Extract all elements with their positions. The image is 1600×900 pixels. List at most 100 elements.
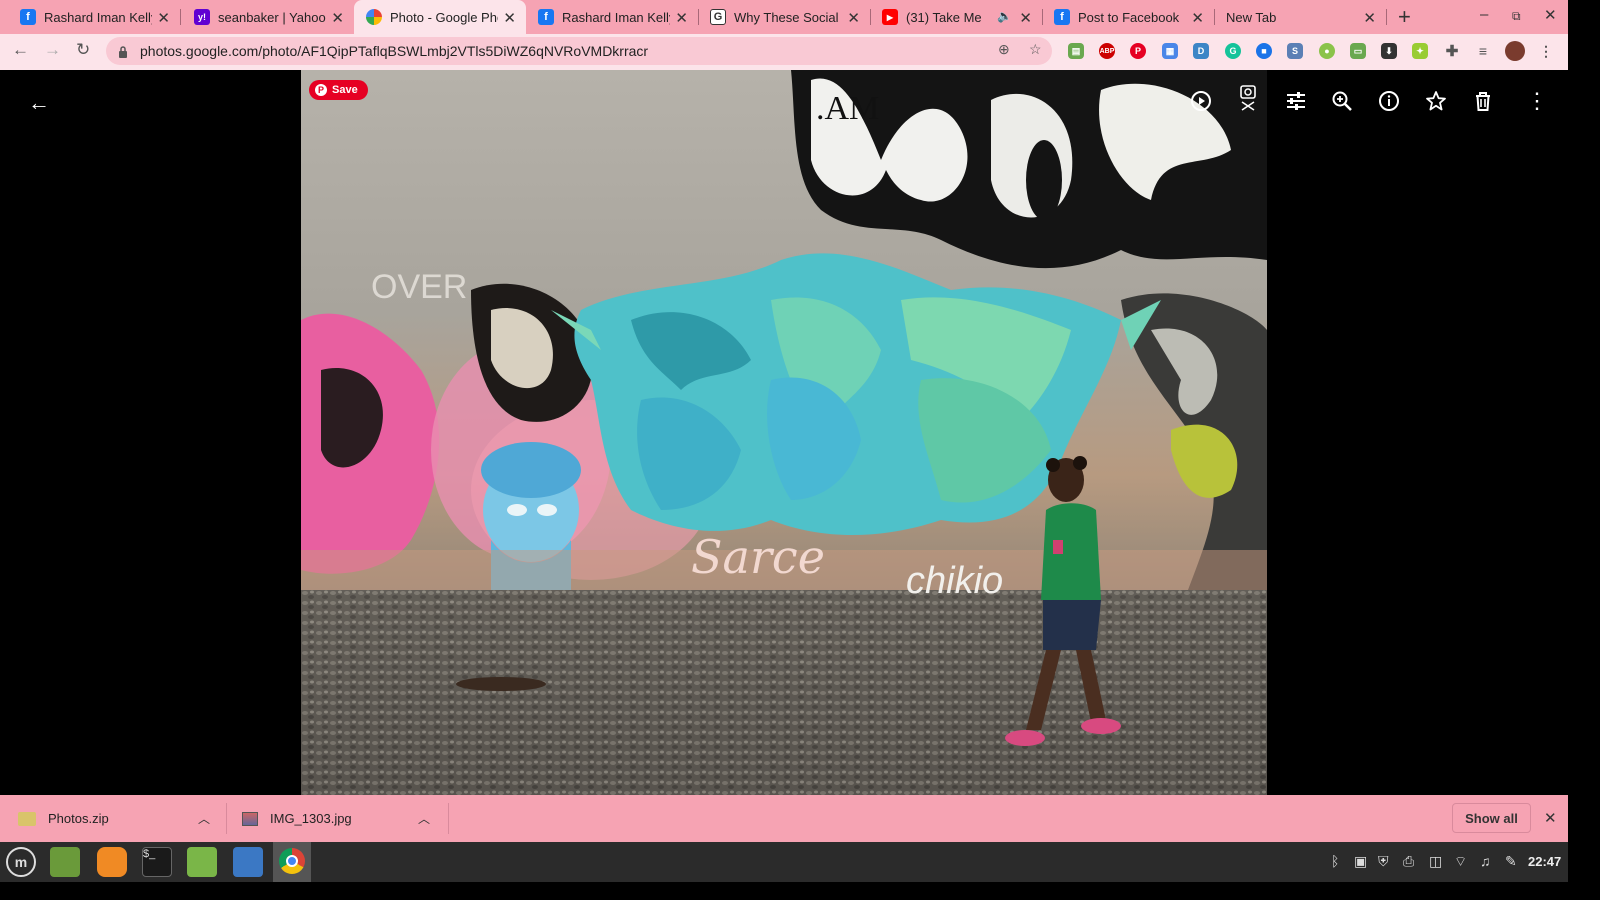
close-tab-icon[interactable]: ✕ bbox=[157, 9, 170, 27]
close-download-bar-icon[interactable]: ✕ bbox=[1544, 809, 1557, 827]
download-file-name: IMG_1303.jpg bbox=[270, 811, 352, 826]
chevron-up-icon[interactable]: ︿ bbox=[418, 810, 430, 827]
chrome-menu-icon[interactable]: ⋮ bbox=[1538, 43, 1554, 59]
printer-icon[interactable]: ⎙ bbox=[1403, 853, 1414, 870]
info-icon[interactable] bbox=[1378, 90, 1400, 118]
pinterest-save-button[interactable]: P Save bbox=[309, 80, 368, 100]
tab-separator bbox=[1386, 9, 1387, 25]
youtube-icon: ▶ bbox=[882, 9, 898, 25]
extension-icon-4[interactable]: ■ bbox=[1256, 43, 1272, 59]
tab-4[interactable]: f Rashard Iman Kelly ✕ bbox=[518, 0, 698, 34]
close-tab-icon[interactable]: ✕ bbox=[331, 9, 344, 27]
tab-title: Rashard Iman Kelly bbox=[562, 9, 670, 25]
back-arrow-icon[interactable]: ← bbox=[12, 40, 29, 60]
chrome-icon-center bbox=[286, 855, 298, 867]
extension-icon-7[interactable]: ▭ bbox=[1350, 43, 1366, 59]
close-tab-icon[interactable]: ✕ bbox=[675, 9, 688, 27]
folder-icon bbox=[18, 811, 36, 826]
close-tab-icon[interactable]: ✕ bbox=[1019, 9, 1032, 27]
tab-5[interactable]: G Why These Social M ✕ bbox=[690, 0, 870, 34]
slideshow-play-icon[interactable] bbox=[1190, 90, 1212, 118]
wall-tag-sarce: Sarce bbox=[691, 530, 825, 584]
close-tab-icon[interactable]: ✕ bbox=[1191, 9, 1204, 27]
tab-title: Photo - Google Pho bbox=[390, 9, 498, 25]
tab-2[interactable]: y! seanbaker | Yahoo ✕ bbox=[174, 0, 354, 34]
tab-8[interactable]: New Tab ✕ bbox=[1206, 0, 1386, 34]
download-bar: Photos.zip ︿ IMG_1303.jpg ︿ Show all ✕ bbox=[0, 795, 1568, 842]
wifi-icon[interactable]: ⌔ bbox=[1454, 853, 1467, 871]
adblock-icon[interactable]: ABP bbox=[1099, 43, 1115, 59]
edit-sliders-icon[interactable] bbox=[1285, 90, 1307, 118]
pinterest-save-label: Save bbox=[332, 84, 358, 96]
pinterest-icon[interactable]: P bbox=[1130, 43, 1146, 59]
photo-viewer: .AM OVER Sarce chikio ← P Save ⋮ bbox=[0, 70, 1568, 795]
extension-icon-6[interactable]: ● bbox=[1319, 43, 1335, 59]
extension-icon-8[interactable]: ✦ bbox=[1412, 43, 1428, 59]
extension-icon-3[interactable]: D bbox=[1193, 43, 1209, 59]
notes-icon[interactable]: ✎ bbox=[1505, 853, 1517, 870]
zoom-in-icon[interactable] bbox=[1331, 90, 1353, 118]
forward-arrow-icon[interactable]: → bbox=[44, 40, 61, 60]
lock-icon bbox=[118, 45, 128, 58]
extension-icon-5[interactable]: S bbox=[1287, 43, 1303, 59]
tab-3-active[interactable]: Photo - Google Pho ✕ bbox=[354, 0, 526, 34]
close-tab-icon[interactable]: ✕ bbox=[503, 9, 516, 27]
trash-icon[interactable] bbox=[1473, 90, 1493, 118]
download-ext-icon[interactable]: ⬇ bbox=[1381, 43, 1397, 59]
extension-icon-1[interactable]: ▤ bbox=[1068, 43, 1084, 59]
shield-icon[interactable]: ⛨ bbox=[1378, 853, 1389, 870]
chrome-taskbar-button[interactable] bbox=[273, 842, 311, 882]
graffiti-photo bbox=[301, 70, 1267, 795]
clock[interactable]: 22:47 bbox=[1528, 854, 1561, 869]
close-tab-icon[interactable]: ✕ bbox=[847, 9, 860, 27]
install-app-icon[interactable]: ⊕ bbox=[998, 41, 1010, 58]
new-tab-icon[interactable]: + bbox=[1398, 4, 1411, 30]
tab-title: Post to Facebook bbox=[1078, 9, 1180, 25]
os-taskbar: m $_ ᛒ ▣ ⛨ ⎙ ◫ ⌔ ♫ ✎ 22:47 bbox=[0, 842, 1568, 882]
yahoo-icon: y! bbox=[194, 9, 210, 25]
bluetooth-icon[interactable]: ᛒ bbox=[1331, 853, 1339, 869]
wall-tag-am: .AM bbox=[816, 90, 880, 127]
download-item-img-1303[interactable]: IMG_1303.jpg ︿ bbox=[242, 795, 442, 842]
screenshot-icon[interactable] bbox=[233, 847, 263, 877]
facebook-icon: f bbox=[20, 9, 36, 25]
lens-icon[interactable] bbox=[1238, 84, 1258, 118]
download-file-name: Photos.zip bbox=[48, 811, 109, 826]
favorite-star-icon[interactable] bbox=[1425, 90, 1447, 118]
music-icon[interactable]: ♫ bbox=[1480, 853, 1491, 869]
firefox-icon[interactable] bbox=[97, 847, 127, 877]
tab-title: New Tab bbox=[1226, 9, 1277, 25]
download-item-photos-zip[interactable]: Photos.zip ︿ bbox=[18, 795, 218, 842]
url-text: photos.google.com/photo/AF1QipPTaflqBSWL… bbox=[140, 43, 649, 59]
bookmark-star-icon[interactable]: ☆ bbox=[1029, 41, 1042, 58]
clipboard-icon[interactable]: ▣ bbox=[1354, 853, 1367, 870]
close-tab-icon[interactable]: ✕ bbox=[1363, 9, 1376, 27]
back-arrow-icon[interactable]: ← bbox=[28, 90, 50, 116]
download-separator bbox=[226, 803, 227, 834]
mint-menu-icon[interactable]: m bbox=[6, 847, 36, 877]
show-desktop-icon[interactable] bbox=[50, 847, 80, 877]
media-control-icon[interactable]: ≡ bbox=[1475, 43, 1491, 59]
avatar[interactable] bbox=[1505, 41, 1525, 61]
tab-7[interactable]: f Post to Facebook ✕ bbox=[1034, 0, 1214, 34]
tab-1[interactable]: f Rashard Iman Kelly ✕ bbox=[0, 0, 180, 34]
minimize-icon[interactable]: – bbox=[1480, 6, 1488, 23]
show-all-button[interactable]: Show all bbox=[1452, 803, 1531, 833]
address-bar[interactable]: photos.google.com/photo/AF1QipPTaflqBSWL… bbox=[106, 37, 1052, 65]
grammarly-icon[interactable]: G bbox=[1225, 43, 1241, 59]
more-options-icon[interactable]: ⋮ bbox=[1526, 88, 1548, 114]
drive-icon[interactable]: ◫ bbox=[1429, 853, 1442, 870]
terminal-icon[interactable]: $_ bbox=[142, 847, 172, 877]
extension-icon-2[interactable]: ▦ bbox=[1162, 43, 1178, 59]
facebook-icon: f bbox=[538, 9, 554, 25]
restore-icon[interactable]: ⧉ bbox=[1512, 9, 1521, 24]
reload-icon[interactable]: ↻ bbox=[76, 40, 90, 60]
tab-6[interactable]: ▶ (31) Take Me A 🔈 ✕ bbox=[862, 0, 1042, 34]
wall-tag-over: OVER bbox=[371, 268, 468, 306]
speaker-icon[interactable]: 🔈 bbox=[997, 9, 1012, 23]
files-icon[interactable] bbox=[187, 847, 217, 877]
chevron-up-icon[interactable]: ︿ bbox=[198, 810, 210, 827]
window-close-icon[interactable]: ✕ bbox=[1544, 6, 1557, 24]
photo-image[interactable]: .AM OVER Sarce chikio bbox=[301, 70, 1267, 795]
puzzle-extensions-icon[interactable]: ✚ bbox=[1444, 43, 1460, 60]
